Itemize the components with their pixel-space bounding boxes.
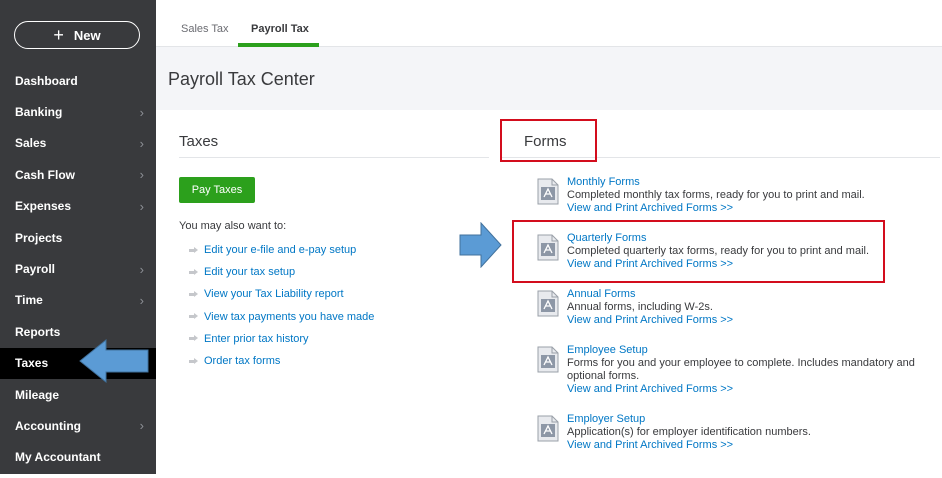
sidebar-item-label: Expenses (15, 199, 72, 214)
also-want-label: You may also want to: (179, 220, 287, 232)
taxes-links: Edit your e-file and e-pay setup Edit yo… (189, 239, 374, 372)
link-tax-liability-report[interactable]: View your Tax Liability report (189, 283, 374, 305)
form-description: Application(s) for employer identificati… (567, 426, 811, 438)
link-tax-payments[interactable]: View tax payments you have made (189, 306, 374, 328)
forms-highlight-box (500, 119, 597, 162)
chevron-right-icon: › (139, 261, 144, 277)
sidebar-item-label: Time (15, 293, 43, 308)
sidebar-item-banking[interactable]: Banking › (0, 96, 156, 127)
link-label: Enter prior tax history (204, 332, 309, 345)
form-name-link[interactable]: Quarterly Forms (567, 232, 937, 245)
pay-taxes-button[interactable]: Pay Taxes (179, 177, 255, 203)
sidebar-item-payroll[interactable]: Payroll › (0, 253, 156, 284)
link-label: Edit your tax setup (204, 266, 296, 279)
sidebar-item-label: Reports (15, 324, 61, 339)
arrow-right-icon (189, 290, 198, 298)
link-label: View your Tax Liability report (204, 288, 344, 301)
sidebar-item-label: Accounting (15, 418, 81, 433)
link-edit-tax-setup[interactable]: Edit your tax setup (189, 261, 374, 283)
link-label: View tax payments you have made (204, 310, 375, 323)
arrow-right-icon (189, 357, 198, 365)
form-description: Forms for you and your employee to compl… (567, 357, 915, 382)
tab-payroll-tax[interactable]: Payroll Tax (251, 23, 309, 35)
link-edit-efile-setup[interactable]: Edit your e-file and e-pay setup (189, 239, 374, 261)
pdf-file-icon (537, 415, 559, 442)
arrow-right-icon (189, 335, 198, 342)
view-archived-forms-link[interactable]: View and Print Archived Forms >> (567, 439, 937, 452)
sidebar-item-my-accountant[interactable]: My Accountant (0, 442, 156, 473)
form-name-link[interactable]: Monthly Forms (567, 176, 937, 189)
new-button[interactable]: + New (14, 21, 140, 49)
form-description: Completed monthly tax forms, ready for y… (567, 189, 865, 201)
taxes-divider (179, 157, 489, 158)
view-archived-forms-link[interactable]: View and Print Archived Forms >> (567, 383, 937, 396)
chevron-right-icon: › (139, 167, 144, 183)
sidebar-item-label: Mileage (15, 387, 60, 402)
arrow-right-icon (189, 268, 198, 276)
sidebar-item-label: Banking (15, 105, 63, 120)
form-name-link[interactable]: Annual Forms (567, 288, 937, 301)
sidebar-item-label: Projects (15, 230, 63, 245)
callout-arrow-right-icon (459, 222, 502, 268)
form-name-link[interactable]: Employer Setup (567, 413, 937, 426)
sidebar-item-label: Cash Flow (15, 167, 76, 182)
tab-sales-tax[interactable]: Sales Tax (181, 23, 229, 35)
sidebar-item-label: Payroll (15, 262, 56, 277)
sidebar-item-label: My Accountant (15, 450, 101, 465)
sidebar-item-time[interactable]: Time › (0, 285, 156, 316)
chevron-right-icon: › (139, 292, 144, 308)
chevron-right-icon: › (139, 104, 144, 120)
arrow-right-icon (189, 246, 198, 254)
link-label: Edit your e-file and e-pay setup (204, 244, 357, 257)
sidebar-item-label: Sales (15, 136, 47, 151)
pdf-file-icon (537, 290, 559, 317)
chevron-right-icon: › (139, 198, 144, 214)
page-header: Payroll Tax Center (156, 47, 942, 110)
chevron-right-icon: › (139, 418, 144, 434)
plus-icon: + (53, 25, 64, 45)
sidebar-nav: Dashboard Banking › Sales › Cash Flow › Exp… (0, 65, 156, 473)
arrow-right-icon (189, 313, 198, 320)
form-name-link[interactable]: Employee Setup (567, 344, 937, 357)
view-archived-forms-link[interactable]: View and Print Archived Forms >> (567, 258, 937, 271)
sidebar-item-dashboard[interactable]: Dashboard (0, 65, 156, 96)
view-archived-forms-link[interactable]: View and Print Archived Forms >> (567, 314, 937, 327)
page-title: Payroll Tax Center (168, 69, 315, 89)
form-description: Annual forms, including W-2s. (567, 301, 713, 313)
view-archived-forms-link[interactable]: View and Print Archived Forms >> (567, 202, 937, 215)
sidebar-item-accounting[interactable]: Accounting › (0, 410, 156, 441)
link-label: Order tax forms (204, 355, 281, 368)
sidebar-item-expenses[interactable]: Expenses › (0, 191, 156, 222)
link-order-tax-forms[interactable]: Order tax forms (189, 350, 374, 372)
link-prior-tax-history[interactable]: Enter prior tax history (189, 328, 374, 350)
taxes-section-title: Taxes (179, 133, 219, 150)
callout-arrow-left-icon (79, 338, 149, 384)
form-description: Completed quarterly tax forms, ready for… (567, 245, 870, 257)
tab-bar: Sales Tax Payroll Tax (156, 0, 942, 47)
sidebar-item-cash-flow[interactable]: Cash Flow › (0, 159, 156, 190)
sidebar-item-label: Taxes (15, 356, 49, 371)
chevron-right-icon: › (139, 135, 144, 151)
sidebar-item-label: Dashboard (15, 73, 78, 88)
pdf-file-icon (537, 178, 559, 205)
new-button-label: New (73, 27, 101, 43)
pdf-file-icon (537, 234, 559, 261)
sidebar-item-projects[interactable]: Projects (0, 222, 156, 253)
sidebar-item-sales[interactable]: Sales › (0, 128, 156, 159)
pdf-file-icon (537, 346, 559, 373)
sidebar: + New Dashboard Banking › Sales › Cash Flo… (0, 0, 156, 474)
